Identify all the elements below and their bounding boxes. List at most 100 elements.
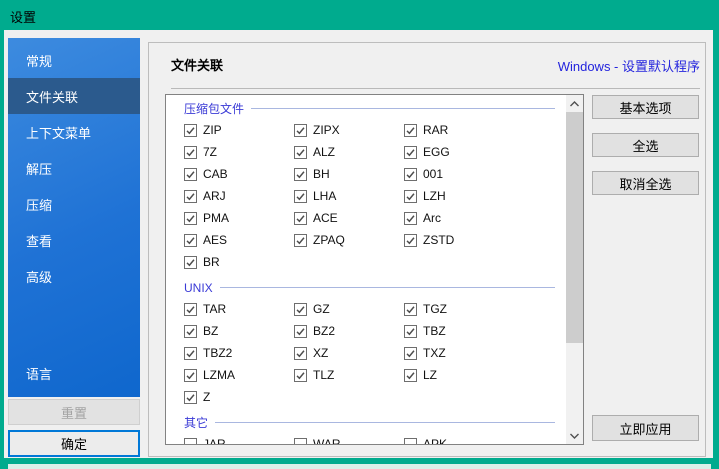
checkbox-apk[interactable]: APK [404,433,566,444]
checkbox-lz[interactable]: LZ [404,364,566,386]
checkbox-arj[interactable]: ARJ [184,185,294,207]
checkbox-br[interactable]: BR [184,251,294,273]
checkbox-label: Arc [423,211,441,225]
checkbox-label: AES [203,233,228,247]
window-title: 设置 [10,10,37,25]
checked-checkbox-icon [294,346,307,360]
unchecked-checkbox-icon [294,437,307,444]
checkbox-war[interactable]: WAR [294,433,404,444]
sidebar-item-language[interactable]: 语言 [8,355,140,391]
checkbox-zip[interactable]: ZIP [184,119,294,141]
checkbox-label: EGG [423,145,450,159]
checkbox-label: CAB [203,167,228,181]
checkbox-label: WAR [313,437,341,444]
checkbox-tgz[interactable]: TGZ [404,298,566,320]
checkbox-bz[interactable]: BZ [184,320,294,342]
scrollbar-thumb[interactable] [566,112,583,343]
checkbox-txz[interactable]: TXZ [404,342,566,364]
checkbox-pma[interactable]: PMA [184,207,294,229]
sidebar-item-view[interactable]: 查看 [8,222,140,258]
format-grid: TAR GZ TGZ BZ BZ2 TBZ TBZ2 XZ TXZ LZMA TLZ LZ Z [166,298,566,408]
format-group-2: 其它 JAR WAR APK [166,412,566,444]
checkbox-7z[interactable]: 7Z [184,141,294,163]
checkbox-label: TBZ2 [203,346,233,360]
checkbox-label: 7Z [203,145,218,159]
ok-button[interactable]: 确定 [8,430,140,457]
checkbox-tlz[interactable]: TLZ [294,364,404,386]
page-title: 文件关联 [171,58,224,73]
checkbox-z[interactable]: Z [184,386,294,408]
checked-checkbox-icon [404,346,417,360]
checkbox-label: BZ [203,324,219,338]
checkbox-lzh[interactable]: LZH [404,185,566,207]
checked-checkbox-icon [294,368,307,382]
group-caption-row: 其它 [166,412,566,433]
checkbox-001[interactable]: 001 [404,163,566,185]
checked-checkbox-icon [294,233,307,247]
checkbox-alz[interactable]: ALZ [294,141,404,163]
checkbox-lha[interactable]: LHA [294,185,404,207]
unchecked-checkbox-icon [184,437,197,444]
sidebar: 常规 文件关联 上下文菜单 解压 压缩 查看 高级语言 [8,38,140,397]
checkbox-label: TAR [203,302,227,316]
checkbox-jar[interactable]: JAR [184,433,294,444]
checked-checkbox-icon [294,211,307,225]
checkbox-label: ACE [313,211,338,225]
checkbox-label: TXZ [423,346,446,360]
checkbox-lzma[interactable]: LZMA [184,364,294,386]
checked-checkbox-icon [404,324,417,338]
checkbox-label: ZIP [203,123,222,137]
select-all-button[interactable]: 全选 [592,133,699,157]
checked-checkbox-icon [294,123,307,137]
scrollbar[interactable] [566,95,583,444]
checked-checkbox-icon [184,211,197,225]
checkbox-bz2[interactable]: BZ2 [294,320,404,342]
checkbox-zpaq[interactable]: ZPAQ [294,229,404,251]
sidebar-item-advanced[interactable]: 高级 [8,258,140,294]
scrollbar-down-button[interactable] [566,427,583,444]
group-caption: UNIX [184,280,213,295]
basic-options-button[interactable]: 基本选项 [592,95,699,119]
checkbox-xz[interactable]: XZ [294,342,404,364]
group-caption-row: 压缩包文件 [166,98,566,119]
apply-now-button[interactable]: 立即应用 [592,415,699,441]
sidebar-item-context-menu[interactable]: 上下文菜单 [8,114,140,150]
checkbox-label: JAR [203,437,226,444]
checkbox-label: XZ [313,346,329,360]
checkbox-tar[interactable]: TAR [184,298,294,320]
checkbox-zipx[interactable]: ZIPX [294,119,404,141]
checkbox-cab[interactable]: CAB [184,163,294,185]
checkbox-tbz2[interactable]: TBZ2 [184,342,294,364]
sidebar-item-compress[interactable]: 压缩 [8,186,140,222]
checked-checkbox-icon [184,145,197,159]
group-caption-row: UNIX [166,277,566,298]
checkbox-tbz[interactable]: TBZ [404,320,566,342]
reset-button[interactable]: 重置 [8,399,140,425]
checked-checkbox-icon [184,368,197,382]
scrollbar-up-button[interactable] [566,95,583,112]
sidebar-item-file-association[interactable]: 文件关联 [8,78,140,114]
checked-checkbox-icon [294,145,307,159]
checkbox-label: LZH [423,189,446,203]
checkbox-zstd[interactable]: ZSTD [404,229,566,251]
checked-checkbox-icon [184,123,197,137]
checkbox-label: RAR [423,123,449,137]
checkbox-ace[interactable]: ACE [294,207,404,229]
checkbox-bh[interactable]: BH [294,163,404,185]
checked-checkbox-icon [184,324,197,338]
windows-default-programs-link[interactable]: Windows - 设置默认程序 [558,56,700,75]
checked-checkbox-icon [184,189,197,203]
sidebar-item-general[interactable]: 常规 [8,42,140,78]
titlebar[interactable]: 设置 [0,0,719,30]
checkbox-aes[interactable]: AES [184,229,294,251]
deselect-all-button[interactable]: 取消全选 [592,171,699,195]
checkbox-gz[interactable]: GZ [294,298,404,320]
checked-checkbox-icon [404,233,417,247]
checked-checkbox-icon [184,233,197,247]
sidebar-item-extract[interactable]: 解压 [8,150,140,186]
checkbox-egg[interactable]: EGG [404,141,566,163]
checkbox-label: Z [203,390,211,404]
checked-checkbox-icon [184,255,197,269]
checkbox-rar[interactable]: RAR [404,119,566,141]
checkbox-arc[interactable]: Arc [404,207,566,229]
